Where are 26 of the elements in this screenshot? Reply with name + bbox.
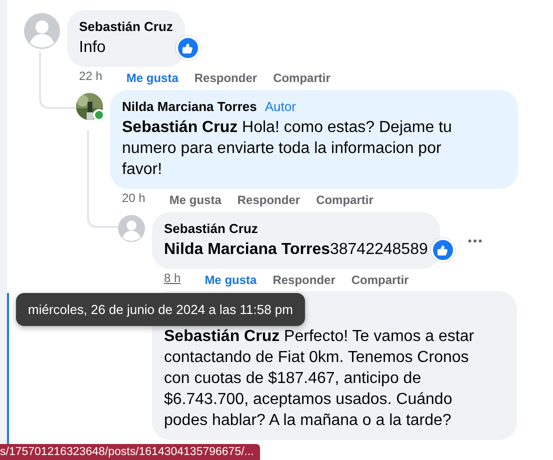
author-name[interactable]: Nilda Marciana Torres — [122, 98, 257, 115]
comment-text: Nilda Marciana Torres38742248589 — [164, 240, 428, 260]
timestamp-link[interactable]: 22 h — [79, 69, 102, 87]
comment-action[interactable]: Compartir — [351, 271, 409, 289]
comment-action[interactable]: Me gusta — [126, 69, 178, 87]
comment-action[interactable]: Responder — [237, 191, 300, 209]
timestamp-link[interactable]: 8 h — [164, 271, 181, 289]
thread-line — [40, 52, 76, 110]
comment-action[interactable]: Me gusta — [169, 191, 222, 209]
timestamp-link[interactable]: 20 h — [122, 191, 146, 209]
like-reaction-icon[interactable] — [430, 238, 455, 262]
link-status-bar: s/175701216323648/posts/1614304135796675/... — [0, 444, 260, 460]
comment-text: Sebastián Cruz Perfecto! Te vamos a estar contactando de Fiat 0km. Tenemos Cronos con cuotas de $187.467, anticipo de $6.743.700, aceptamos usados. Cuándo podes hablar? A la mañana o a la tarde? — [164, 327, 476, 431]
comment-action[interactable]: Compartir — [273, 69, 330, 87]
comment-action[interactable]: Me gusta — [204, 271, 257, 289]
comment-action[interactable]: Responder — [194, 69, 258, 87]
avatar-icon — [118, 215, 145, 242]
author-name[interactable]: Sebastián Cruz — [164, 220, 258, 237]
comment-action[interactable]: Responder — [272, 271, 336, 289]
like-reaction-icon[interactable] — [176, 36, 200, 60]
comment-text: Sebastián Cruz Hola! como estas? Dejame tu numero para enviarte toda la informacion por favor! — [122, 118, 453, 180]
comment-text: Info — [79, 38, 107, 58]
author-name[interactable]: Sebastián Cruz — [79, 18, 173, 35]
comment-action[interactable]: Compartir — [316, 191, 374, 209]
date-tooltip: miércoles, 26 de junio de 2024 a las 11:58 pm — [16, 293, 305, 326]
avatar-icon — [24, 13, 60, 49]
